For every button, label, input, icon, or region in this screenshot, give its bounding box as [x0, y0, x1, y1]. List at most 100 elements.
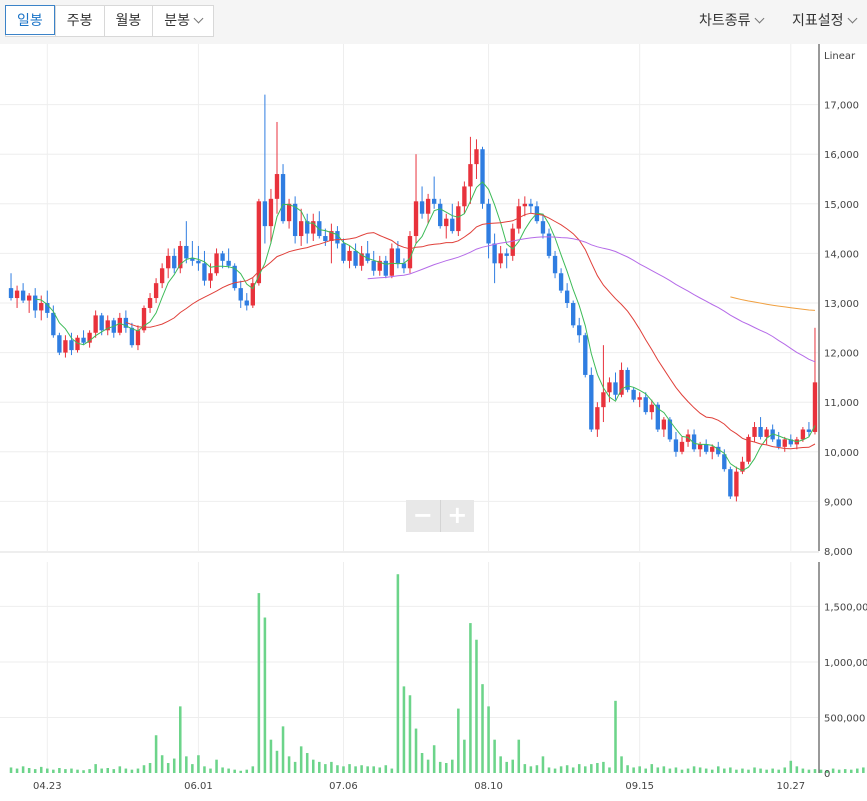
price-tick-label: 9,000 [824, 497, 853, 508]
chart-type-label: 차트종류 [699, 13, 751, 29]
volume-bar [541, 756, 545, 773]
volume-bar [432, 745, 436, 773]
volume-bar [88, 769, 91, 773]
volume-bar [396, 574, 400, 773]
candle-body [492, 243, 497, 264]
volume-bar [698, 767, 702, 773]
volume-bar [771, 768, 774, 773]
chevron-down-icon [847, 13, 857, 24]
volume-bar [372, 766, 375, 773]
candle-body [147, 298, 153, 308]
volume-bar [33, 769, 37, 773]
volume-bar [499, 756, 502, 773]
volume-bar [293, 761, 297, 773]
candle-body [764, 429, 769, 437]
volume-bar [281, 726, 285, 773]
volume-bar [451, 759, 454, 773]
volume-bar [360, 765, 363, 773]
zoom-out-button[interactable]: − [406, 500, 440, 532]
candle-body [184, 245, 189, 259]
volume-bar [632, 767, 635, 773]
price-tick-label: 11,000 [824, 398, 859, 409]
period-daily-button[interactable]: 일봉 [5, 5, 55, 35]
candle-body [383, 260, 388, 276]
date-tick-label: 04.23 [33, 781, 62, 792]
candle-body [450, 218, 455, 232]
volume-bar [487, 706, 490, 773]
volume-bar [366, 766, 369, 773]
period-weekly-button[interactable]: 주봉 [54, 6, 104, 36]
volume-bar [674, 767, 678, 773]
volume-bar [233, 769, 236, 773]
candle-body [431, 198, 437, 204]
chart-axes [0, 44, 820, 773]
volume-bar [318, 761, 321, 773]
candle-body [63, 340, 68, 353]
chart-type-dropdown[interactable]: 차트종류 [699, 10, 764, 30]
candle-body [280, 174, 286, 222]
price-tick-label: 15,000 [824, 200, 859, 211]
volume-bar [789, 760, 793, 773]
volume-bar [64, 769, 67, 773]
volume-bar [402, 686, 406, 773]
candle-body [595, 407, 600, 430]
candle-body [619, 369, 624, 395]
candle-body [419, 201, 425, 214]
candle-body [728, 469, 733, 497]
volume-bar [342, 766, 345, 773]
candle-body [57, 335, 62, 353]
candle-body [135, 330, 141, 346]
price-tick-label: 12,000 [824, 349, 859, 360]
volume-bar [191, 764, 194, 773]
volume-bar [571, 767, 575, 773]
candle-body [33, 295, 38, 311]
candle-body [244, 300, 249, 306]
ma20-line [125, 212, 816, 450]
candle-body [812, 382, 818, 432]
candle-body [81, 337, 86, 343]
volume-bar [172, 758, 176, 773]
volume-bar [783, 767, 787, 773]
candle-body [20, 290, 26, 301]
stock-chart[interactable]: Linear 9,000 10,000 11,000 12,000 13,000 14,00… [0, 44, 867, 801]
volume-bar [52, 769, 55, 773]
period-selector: 일봉 주봉 월봉 분봉 [5, 5, 215, 37]
volume-bar [209, 768, 212, 773]
volume-bar [179, 706, 182, 773]
volume-bar [336, 765, 339, 773]
volume-bar [100, 768, 103, 773]
indicator-settings-dropdown[interactable]: 지표설정 [792, 10, 857, 30]
volume-bar [729, 767, 732, 773]
volume-bar [311, 759, 315, 773]
candle-body [444, 218, 449, 227]
candle-body [456, 206, 461, 232]
period-monthly-button[interactable]: 월봉 [103, 6, 153, 36]
volume-bar [710, 769, 714, 773]
candle-body [286, 203, 292, 222]
ma60-line [367, 236, 816, 363]
scale-label: Linear [824, 51, 856, 62]
candle-body [413, 201, 419, 237]
candle-body [353, 250, 358, 266]
chevron-down-icon [754, 13, 764, 24]
volume-bar [819, 769, 823, 773]
volume-bar [741, 768, 744, 773]
candle-body [341, 243, 346, 261]
volume-bar [511, 759, 515, 773]
volume-bar [215, 759, 218, 773]
volume-bar [590, 764, 593, 773]
volume-bar [124, 768, 128, 773]
volume-bar [444, 763, 448, 773]
moving-average-lines [35, 181, 816, 472]
candle-body [782, 439, 787, 447]
candle-body [806, 429, 812, 432]
candle-body [401, 263, 407, 269]
volume-bar [154, 735, 158, 773]
volume-bar [348, 764, 351, 773]
date-tick-label: 10.27 [776, 781, 805, 792]
candle-body [395, 248, 401, 264]
zoom-in-button[interactable]: + [439, 500, 475, 532]
period-minute-dropdown[interactable]: 분봉 [152, 6, 213, 36]
volume-bar [596, 763, 599, 773]
volume-bar [523, 764, 527, 773]
